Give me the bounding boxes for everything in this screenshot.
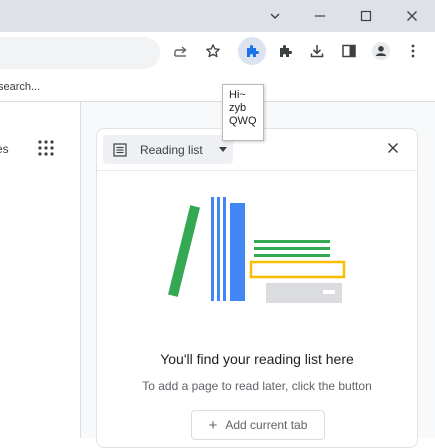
chevron-down-icon	[270, 13, 280, 19]
tooltip-line: zyb	[229, 102, 247, 114]
share-button[interactable]	[167, 37, 195, 65]
chrome-menu-button[interactable]	[399, 37, 427, 65]
add-button-label: Add current tab	[225, 418, 308, 432]
close-window-button[interactable]	[390, 0, 434, 32]
reading-list-illustration	[168, 197, 346, 303]
download-icon	[310, 45, 324, 58]
close-icon	[407, 11, 417, 21]
profile-button[interactable]	[367, 37, 395, 65]
reading-list-icon	[113, 143, 127, 157]
browser-toolbar	[0, 32, 435, 74]
bookmark-item-label[interactable]: search...	[0, 81, 40, 93]
maximize-icon	[360, 10, 372, 22]
apps-grid-button[interactable]	[38, 140, 54, 156]
plus-icon: +	[208, 416, 218, 434]
apps-grid-icon	[38, 140, 54, 156]
bookmarks-bar: search...	[0, 74, 435, 102]
tooltip-line: QWQ	[229, 115, 257, 127]
tab-search-button[interactable]	[253, 0, 297, 32]
pinned-extension-button[interactable]	[238, 37, 266, 65]
minimize-icon	[315, 15, 325, 17]
tooltip-line: Hi~	[229, 89, 246, 101]
title-bar	[0, 0, 435, 32]
side-panel-button[interactable]	[335, 37, 363, 65]
add-current-tab-button[interactable]: + Add current tab	[191, 410, 325, 440]
minimize-button[interactable]	[298, 0, 342, 32]
close-icon	[387, 142, 399, 154]
close-side-panel-button[interactable]	[387, 142, 399, 154]
page-content: es	[0, 102, 81, 438]
maximize-button[interactable]	[344, 0, 388, 32]
extension-tooltip: Hi~ zyb QWQ	[222, 84, 264, 141]
empty-state-body: To add a page to read later, click the b…	[142, 379, 372, 393]
selector-label: Reading list	[140, 143, 203, 157]
extensions-menu-button[interactable]	[271, 37, 299, 65]
empty-state-title: You'll find your reading list here	[160, 351, 354, 367]
side-panel: Reading list You'll find your reading li…	[96, 128, 418, 448]
extensions-icon	[280, 45, 292, 57]
star-icon	[206, 44, 220, 58]
side-panel-selector[interactable]: Reading list	[103, 135, 233, 164]
profile-icon	[372, 42, 390, 60]
bookmark-star-button[interactable]	[199, 37, 227, 65]
menu-icon	[411, 44, 415, 58]
page-partial-label: es	[0, 142, 9, 156]
browser-content: es Reading list	[0, 102, 435, 448]
extension-puzzle-icon	[247, 45, 259, 57]
omnibox[interactable]	[0, 37, 160, 69]
downloads-button[interactable]	[303, 37, 331, 65]
dropdown-arrow-icon	[219, 147, 227, 152]
side-panel-icon	[342, 44, 356, 58]
share-icon	[174, 46, 187, 57]
